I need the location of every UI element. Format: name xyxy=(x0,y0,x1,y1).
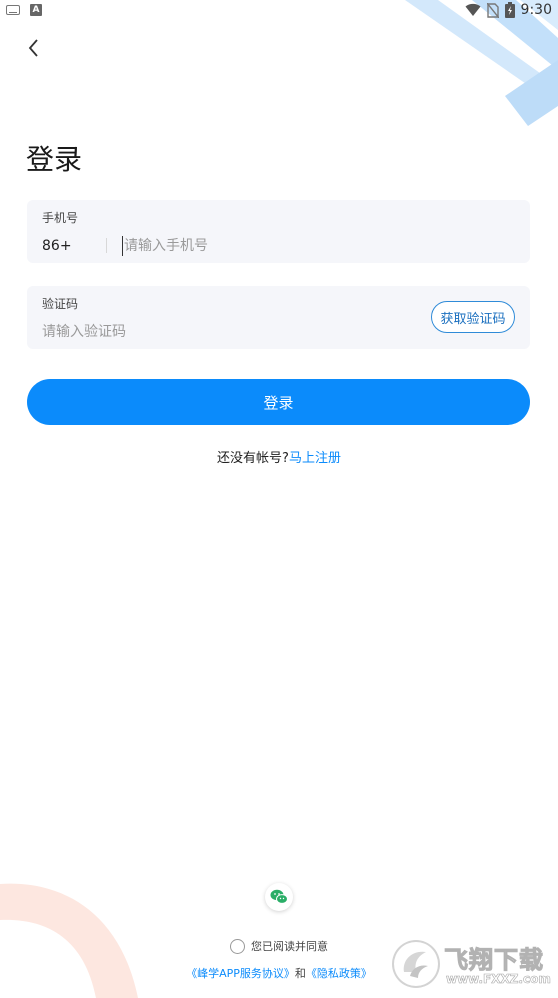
a-notification-icon: A xyxy=(30,4,42,16)
register-line: 还没有帐号?马上注册 xyxy=(0,447,558,466)
privacy-policy-link[interactable]: 《隐私政策》 xyxy=(306,967,372,980)
page-title: 登录 xyxy=(26,143,83,176)
register-link[interactable]: 马上注册 xyxy=(289,451,341,466)
register-prompt: 还没有帐号? xyxy=(217,451,289,466)
status-time: 9:30 xyxy=(520,2,552,18)
phone-field-label: 手机号 xyxy=(42,211,79,225)
code-input[interactable] xyxy=(42,322,402,342)
chevron-left-icon xyxy=(28,39,38,57)
watermark-logo-icon xyxy=(392,940,440,988)
agreement-checkbox[interactable] xyxy=(230,938,245,954)
agreement-text: 您已阅读并同意 xyxy=(251,940,328,953)
prefix-divider xyxy=(106,238,107,253)
phone-field: 手机号 86+ xyxy=(27,200,530,263)
phone-input[interactable] xyxy=(122,236,502,256)
keyboard-icon xyxy=(6,5,20,15)
wechat-login-button[interactable] xyxy=(265,883,293,911)
code-field: 验证码 获取验证码 xyxy=(27,286,530,349)
code-field-label: 验证码 xyxy=(42,297,79,311)
watermark: 飞翔下载 www.FXXZ.com xyxy=(392,938,552,994)
watermark-text: 飞翔下载 xyxy=(444,946,544,975)
policy-conjunction: 和 xyxy=(294,967,306,980)
back-button[interactable] xyxy=(22,36,46,60)
status-bar: A 9:30 xyxy=(0,0,558,24)
battery-charging-icon xyxy=(504,2,515,18)
wifi-icon xyxy=(465,3,481,16)
watermark-url: www.FXXZ.com xyxy=(446,972,551,987)
wechat-icon xyxy=(270,889,288,904)
no-sim-icon xyxy=(486,2,499,18)
service-agreement-link[interactable]: 《峰学APP服务协议》 xyxy=(186,967,295,980)
get-code-button[interactable]: 获取验证码 xyxy=(431,301,515,333)
country-code-prefix[interactable]: 86+ xyxy=(42,238,72,254)
login-button[interactable]: 登录 xyxy=(27,379,530,425)
